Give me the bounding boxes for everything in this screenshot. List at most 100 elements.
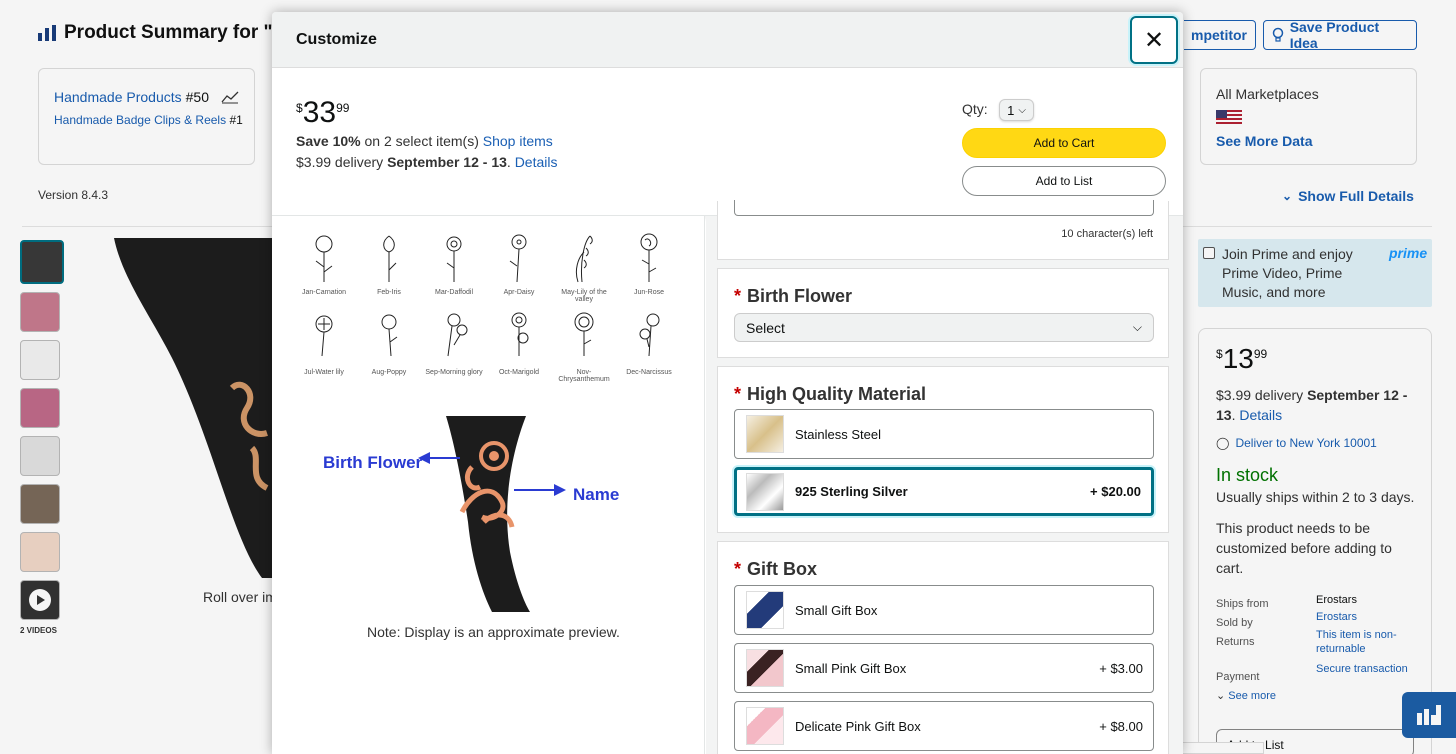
qty-select[interactable]: 1 ⌵ <box>999 99 1034 121</box>
chart-icon <box>38 25 56 41</box>
qty-value: 1 <box>1007 102 1015 118</box>
sold-by-label: Sold by <box>1216 617 1253 629</box>
option-label: Delicate Pink Gift Box <box>795 718 921 734</box>
see-more-link[interactable]: ⌄ See more <box>1216 689 1276 702</box>
deliver-to-link[interactable]: ◯ Deliver to New York 10001 <box>1216 436 1377 450</box>
price-currency: $ <box>1216 347 1223 361</box>
trend-chart-icon[interactable] <box>221 90 239 104</box>
modal-price: $ 33 99 <box>296 96 349 130</box>
material-option-stainless-steel[interactable]: Stainless Steel <box>734 409 1154 459</box>
delivery-prefix: $3.99 delivery <box>1216 387 1308 403</box>
close-button[interactable]: ✕ <box>1130 16 1178 64</box>
thumbnail-4[interactable] <box>20 388 60 428</box>
option-label: Small Pink Gift Box <box>795 660 907 676</box>
add-competitor-button[interactable]: mpetitor <box>1184 20 1256 50</box>
ships-from-label: Ships from <box>1216 598 1269 610</box>
show-full-details-link[interactable]: ⌄ Show Full Details <box>1282 188 1414 204</box>
rank-value: #50 <box>185 89 209 105</box>
thumbnail-strip: 2 VIDEOS <box>20 240 64 635</box>
shop-items-link[interactable]: Shop items <box>483 133 553 149</box>
product-main-image <box>114 238 272 578</box>
qty-label: Qty: <box>962 101 988 117</box>
buybox-delivery: $3.99 delivery September 12 - 13. Detail… <box>1216 387 1408 423</box>
stock-status: In stock <box>1216 465 1279 485</box>
modal-title: Customize <box>296 31 377 48</box>
ships-within: Usually ships within 2 to 3 days. <box>1216 489 1415 505</box>
gift-option-delicate-pink[interactable]: Delicate Pink Gift Box + $8.00 <box>734 701 1154 751</box>
prime-checkbox[interactable] <box>1203 247 1215 259</box>
sterling-silver-swatch <box>746 472 784 511</box>
ships-from-value: Erostars <box>1316 594 1357 606</box>
add-to-list-button[interactable]: Add to List <box>962 166 1166 196</box>
seller-values: Erostars Erostars This item is non-retur… <box>1316 592 1416 678</box>
returns-link[interactable]: This item is non-returnable <box>1316 628 1416 656</box>
thumbnail-2[interactable] <box>20 292 60 332</box>
video-thumbnail[interactable] <box>20 580 60 620</box>
thumbnail-1[interactable] <box>20 240 64 284</box>
preview-label-birth-flower: Birth Flower <box>323 453 423 472</box>
stainless-steel-swatch <box>746 415 784 453</box>
required-mark: * <box>734 286 742 306</box>
deliver-to-label: Deliver to New York 10001 <box>1235 436 1377 450</box>
birth-flower-section: * Birth Flower Select ⌵ <box>717 268 1169 358</box>
chars-left: 10 character(s) left <box>1061 228 1153 240</box>
delivery-details-link[interactable]: Details <box>1239 407 1282 423</box>
small-gift-box-swatch <box>746 591 784 629</box>
small-pink-gift-box-swatch <box>746 649 784 687</box>
option-label: Stainless Steel <box>795 426 881 442</box>
preview-note: Note: Display is an approximate preview. <box>367 624 620 640</box>
option-label: Small Gift Box <box>795 602 878 618</box>
price-currency: $ <box>296 101 303 115</box>
prime-logo: prime <box>1389 245 1428 261</box>
rank-category-link[interactable]: Handmade Products <box>54 89 182 105</box>
sold-by-link[interactable]: Erostars <box>1316 609 1416 626</box>
flower-caption: Oct-Marigold <box>498 369 540 376</box>
flower-caption: Apr-Daisy <box>503 289 535 296</box>
thumbnail-6[interactable] <box>20 484 60 524</box>
flower-caption: Dec-Narcissus <box>626 369 672 376</box>
material-title-text: High Quality Material <box>747 384 927 404</box>
flower-caption: Jun-Rose <box>634 289 664 296</box>
chevron-down-icon: ⌄ <box>1282 189 1293 203</box>
flower-caption: Mar-Daffodil <box>435 289 473 296</box>
chevron-down-icon: ⌵ <box>1018 104 1026 116</box>
name-input[interactable] <box>734 200 1154 216</box>
birth-flower-select[interactable]: Select ⌵ <box>734 313 1154 342</box>
birth-flower-title-text: Birth Flower <box>747 286 853 306</box>
payment-link[interactable]: Secure transaction <box>1316 661 1416 678</box>
version-label: Version 8.4.3 <box>38 188 109 202</box>
videos-count: 2 VIDEOS <box>20 626 57 635</box>
required-mark: * <box>734 384 742 404</box>
material-title: * High Quality Material <box>734 384 926 405</box>
thumbnail-3[interactable] <box>20 340 60 380</box>
option-price: + $3.00 <box>1099 660 1143 676</box>
summary-header: Product Summary for "B0 <box>38 22 297 44</box>
thumbnail-7[interactable] <box>20 532 60 572</box>
flower-caption: Feb-Iris <box>377 289 401 296</box>
delivery-prefix: $3.99 delivery <box>296 154 388 170</box>
competitor-label: mpetitor <box>1191 27 1247 43</box>
flower-caption: Nov-Chrysanthemum <box>558 369 610 383</box>
birth-flower-chart <box>315 233 660 357</box>
gift-option-small-pink[interactable]: Small Pink Gift Box + $3.00 <box>734 643 1154 693</box>
thumbnail-5[interactable] <box>20 436 60 476</box>
required-mark: * <box>734 559 742 579</box>
gift-option-small[interactable]: Small Gift Box <box>734 585 1154 635</box>
name-section: 10 character(s) left <box>717 200 1169 260</box>
customize-note: This product needs to be customized befo… <box>1216 520 1392 576</box>
see-more-data-link[interactable]: See More Data <box>1216 133 1312 149</box>
ranks-card: Handmade Products #50 Handmade Badge Cli… <box>38 68 255 165</box>
price-cents: 99 <box>1253 347 1268 361</box>
rank-subcategory-link[interactable]: Handmade Badge Clips & Reels <box>54 113 226 127</box>
material-option-sterling-silver[interactable]: 925 Sterling Silver + $20.00 <box>734 467 1154 516</box>
buy-box: $ 13 99 $3.99 delivery September 12 - 13… <box>1198 328 1432 754</box>
extension-chart-button[interactable] <box>1402 692 1456 738</box>
savings-text: on 2 select item(s) <box>360 133 483 149</box>
add-to-cart-button[interactable]: Add to Cart <box>962 128 1166 158</box>
birth-flower-title: * Birth Flower <box>734 286 852 307</box>
modal-header: Customize ✕ <box>272 12 1183 68</box>
price-whole: 33 <box>302 96 337 129</box>
returns-label: Returns <box>1216 636 1255 648</box>
delivery-details-link[interactable]: Details <box>515 154 558 170</box>
save-product-idea-button[interactable]: Save Product Idea <box>1263 19 1417 51</box>
